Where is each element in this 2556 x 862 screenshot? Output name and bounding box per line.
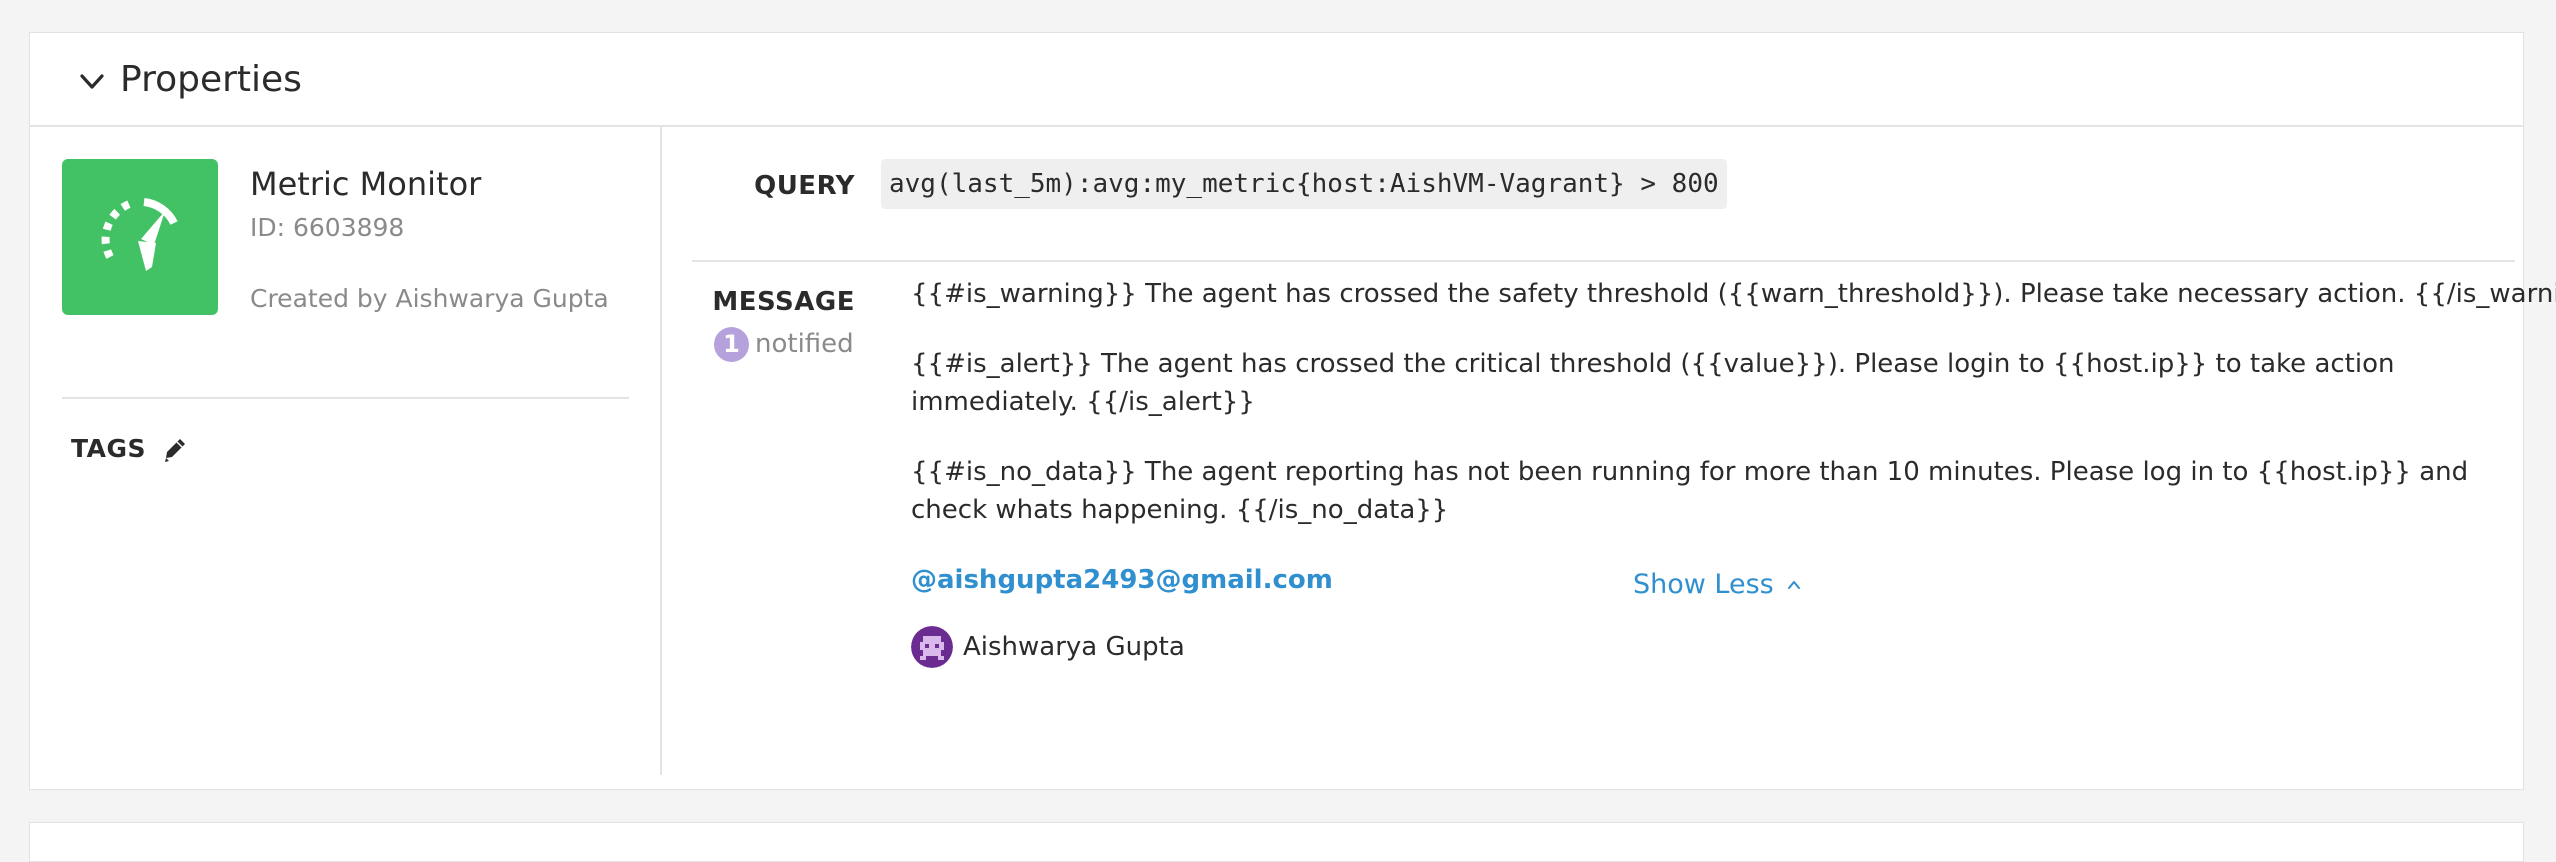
- divider: [692, 260, 2515, 262]
- chevron-down-icon[interactable]: [77, 67, 107, 97]
- tags-label: TAGS: [71, 434, 146, 463]
- monitor-details: QUERY avg(last_5m):avg:my_metric{host:Ai…: [662, 127, 2556, 775]
- query-label: QUERY: [754, 171, 855, 201]
- monitor-creator: Created by Aishwarya Gupta: [250, 284, 609, 313]
- panel-header[interactable]: Properties: [30, 33, 2523, 127]
- notified-indicator: 1 notified: [714, 326, 854, 362]
- next-panel: [29, 822, 2524, 862]
- query-code: avg(last_5m):avg:my_metric{host:AishVM-V…: [881, 159, 1727, 209]
- recipient[interactable]: Aishwarya Gupta: [911, 626, 1185, 668]
- message-line-warning: {{#is_warning}} The agent has crossed th…: [911, 279, 2556, 309]
- properties-panel: Properties Metric Monitor ID: 6603898 Cr…: [29, 32, 2556, 790]
- divider: [62, 397, 629, 399]
- chevron-up-icon: [1786, 569, 1802, 600]
- show-less-button[interactable]: Show Less: [1633, 569, 1802, 600]
- speedometer-icon: [62, 159, 218, 315]
- message-line-no-data: {{#is_no_data}} The agent reporting has …: [911, 457, 2469, 525]
- pencil-icon[interactable]: [160, 434, 190, 464]
- panel-title: Properties: [120, 59, 302, 100]
- notified-label: notified: [755, 329, 854, 359]
- message-label: MESSAGE: [712, 287, 855, 317]
- monitor-summary: Metric Monitor ID: 6603898 Created by Ai…: [30, 127, 662, 775]
- avatar-icon: [911, 626, 953, 668]
- notified-count-badge: 1: [714, 326, 749, 362]
- message-line-alert: {{#is_alert}} The agent has crossed the …: [911, 349, 2395, 417]
- recipient-name: Aishwarya Gupta: [963, 632, 1185, 662]
- mention-link[interactable]: @aishgupta2493@gmail.com: [911, 561, 1333, 599]
- monitor-id: ID: 6603898: [250, 213, 405, 242]
- monitor-name: Metric Monitor: [250, 165, 482, 203]
- show-less-label: Show Less: [1633, 569, 1774, 600]
